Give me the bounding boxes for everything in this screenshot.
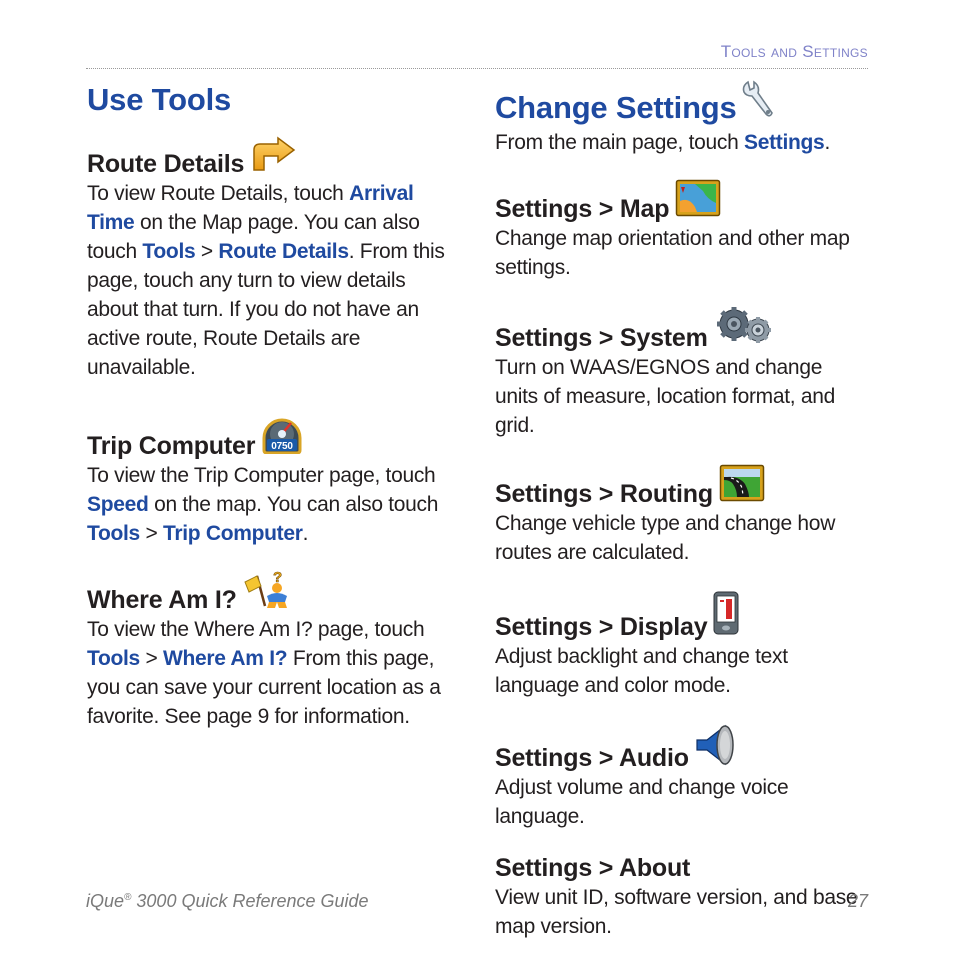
trip-computer-link: Trip Computer bbox=[163, 522, 303, 545]
settings-link: Settings bbox=[744, 131, 825, 154]
settings-about-body: View unit ID, software version, and base… bbox=[495, 886, 858, 938]
map-icon bbox=[675, 179, 721, 224]
guide-title: iQue® 3000 Quick Reference Guide bbox=[86, 891, 369, 911]
settings-about-heading: Settings > About bbox=[495, 854, 691, 882]
route-details-body: To view Route Details, touch Arrival Tim… bbox=[87, 182, 445, 379]
settings-audio-body: Adjust volume and change voice language. bbox=[495, 776, 789, 828]
section-title: Tools and Settings bbox=[720, 42, 868, 61]
settings-audio-section: Settings > Audio Adjust volume and chang… bbox=[495, 724, 870, 831]
trip-computer-body: To view the Trip Computer page, touch Sp… bbox=[87, 464, 439, 545]
change-settings-column: Change Settings From the main page, touc… bbox=[495, 80, 870, 965]
settings-routing-heading: Settings > Routing bbox=[495, 464, 870, 509]
running-header: Tools and Settings bbox=[86, 40, 868, 69]
handheld-display-icon bbox=[713, 591, 739, 642]
settings-about-section: Settings > About View unit ID, software … bbox=[495, 853, 870, 941]
settings-display-section: Settings > Display Adjust backlight and … bbox=[495, 591, 870, 700]
settings-map-section: Settings > Map Change map orientation an… bbox=[495, 179, 870, 282]
where-am-i-body: To view the Where Am I? page, touch Tool… bbox=[87, 618, 441, 728]
page-number: 27 bbox=[847, 891, 868, 911]
speedometer-icon: 0750 bbox=[261, 408, 303, 461]
settings-map-heading: Settings > Map bbox=[495, 179, 870, 224]
where-am-i-link: Where Am I? bbox=[163, 647, 288, 670]
trip-computer-heading: Trip Computer 0750 bbox=[87, 408, 457, 461]
settings-system-body: Turn on WAAS/EGNOS and change units of m… bbox=[495, 356, 835, 437]
speaker-icon bbox=[695, 724, 735, 773]
tools-link: Tools bbox=[87, 647, 140, 670]
settings-routing-section: Settings > Routing Change vehicle type a… bbox=[495, 464, 870, 567]
where-am-i-heading: Where Am I? ? bbox=[87, 568, 457, 615]
change-settings-title: Change Settings bbox=[495, 80, 870, 128]
where-am-i-section: Where Am I? ? To view the Where Am I? pa… bbox=[87, 568, 457, 731]
use-tools-column: Use Tools Route Details To view Route De… bbox=[87, 80, 457, 755]
settings-display-heading: Settings > Display bbox=[495, 591, 870, 642]
turn-arrow-icon bbox=[250, 136, 296, 179]
gears-icon bbox=[714, 306, 774, 353]
tools-link: Tools bbox=[142, 240, 196, 263]
speedometer-readout: 0750 bbox=[272, 441, 294, 452]
where-am-i-person-flag-icon: ? bbox=[243, 568, 291, 615]
settings-audio-heading: Settings > Audio bbox=[495, 724, 870, 773]
use-tools-title: Use Tools bbox=[87, 82, 232, 117]
settings-system-section: Settings > System Turn on WAAS/EGNOS and… bbox=[495, 306, 870, 440]
speed-link: Speed bbox=[87, 493, 149, 516]
settings-system-heading: Settings > System bbox=[495, 306, 870, 353]
change-settings-intro: From the main page, touch Settings. bbox=[495, 131, 830, 154]
settings-display-body: Adjust backlight and change text languag… bbox=[495, 645, 788, 697]
settings-routing-body: Change vehicle type and change how route… bbox=[495, 512, 836, 564]
route-details-heading: Route Details bbox=[87, 136, 457, 179]
wrench-icon bbox=[740, 80, 774, 128]
tools-link: Tools bbox=[87, 522, 140, 545]
trip-computer-section: Trip Computer 0750 To view the Trip Comp… bbox=[87, 408, 457, 548]
route-details-section: Route Details To view Route Details, tou… bbox=[87, 136, 457, 382]
road-icon bbox=[719, 464, 765, 509]
settings-map-body: Change map orientation and other map set… bbox=[495, 227, 850, 279]
route-details-link: Route Details bbox=[218, 240, 349, 263]
